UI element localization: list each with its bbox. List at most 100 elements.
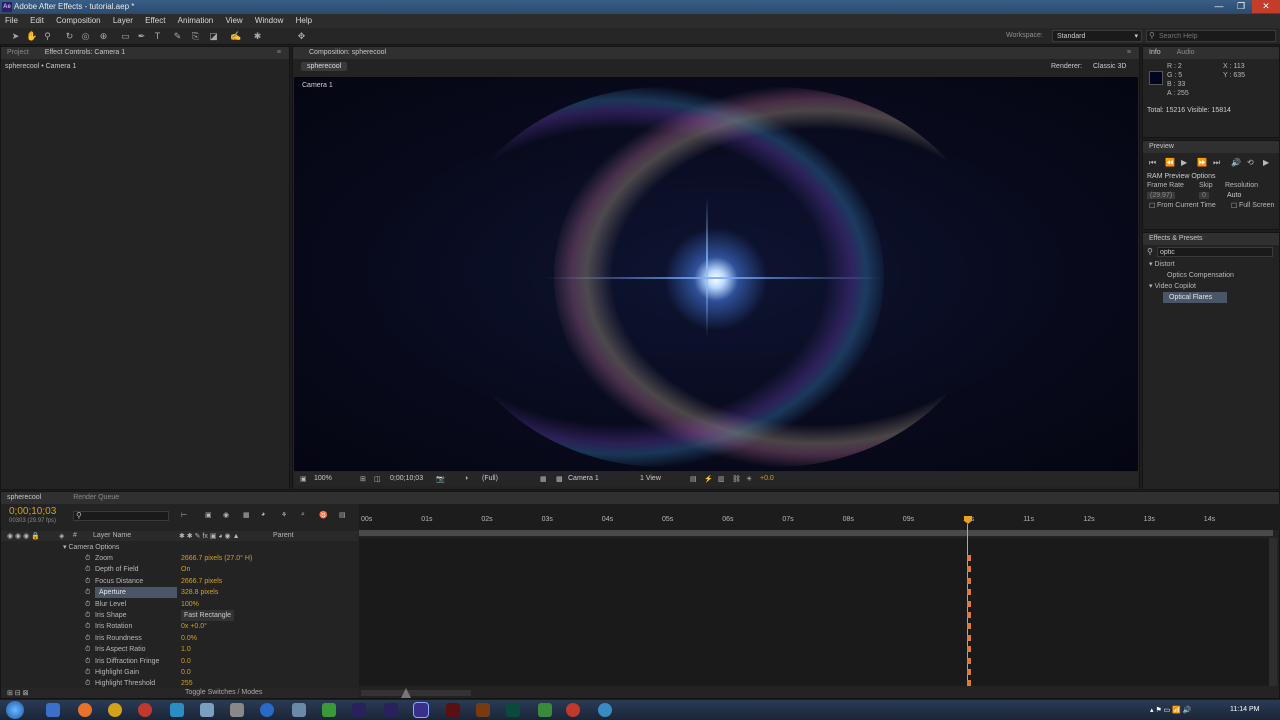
full-screen-checkbox[interactable]: ☐ [1231, 202, 1237, 210]
renderer-value[interactable]: Classic 3D [1093, 63, 1126, 70]
region-of-interest-icon[interactable]: ▦ [540, 475, 547, 483]
fast-previews-icon[interactable]: ⚡ [704, 475, 713, 483]
exposure-value[interactable]: +0.0 [760, 475, 774, 482]
mask-visibility-icon[interactable]: ◫ [374, 475, 381, 483]
menu-animation[interactable]: Animation [173, 14, 219, 28]
panel-menu-icon[interactable]: ≡ [1127, 47, 1131, 59]
property-row[interactable]: ⏱ Highlight Gain 0.0 [1, 667, 358, 678]
rotate-tool-icon[interactable]: ↻ [64, 31, 75, 42]
property-value[interactable]: 0x +0.0° [181, 621, 207, 632]
after-effects-icon[interactable] [413, 702, 429, 718]
effects-search-input[interactable] [1157, 247, 1273, 257]
skip-select[interactable]: 0 [1199, 192, 1209, 199]
menu-help[interactable]: Help [291, 14, 317, 28]
property-value[interactable]: 0.0 [181, 667, 191, 678]
safe-margins-icon[interactable]: ⊞ [360, 475, 366, 483]
start-button-icon[interactable] [6, 701, 24, 719]
effect-optics-compensation[interactable]: Optics Compensation [1149, 270, 1279, 281]
clone-stamp-tool-icon[interactable]: ⎘ [190, 31, 201, 42]
property-row[interactable]: ⏱ Iris Roundness 0.0% [1, 633, 358, 644]
comp-subtab[interactable]: spherecool [301, 62, 348, 71]
camera-options-group[interactable]: ▾ Camera Options [63, 542, 119, 553]
panel-menu-icon[interactable]: ≡ [277, 47, 281, 59]
pen-tool-icon[interactable]: ✒ [136, 31, 147, 42]
menu-effect[interactable]: Effect [140, 14, 170, 28]
property-value[interactable]: 100% [181, 599, 199, 610]
stopwatch-icon[interactable]: ⏱ [85, 656, 90, 667]
roto-brush-tool-icon[interactable]: ✍ [230, 31, 241, 42]
stopwatch-icon[interactable]: ⏱ [85, 644, 90, 655]
firefox-icon[interactable] [78, 703, 92, 717]
comp-flowchart-icon[interactable]: ⛓ [732, 475, 741, 483]
stopwatch-icon[interactable]: ⏱ [85, 599, 90, 610]
tab-render-queue[interactable]: Render Queue [73, 494, 119, 501]
current-time-display[interactable]: 0;00;10;03 [390, 475, 423, 482]
app-icon-19[interactable] [598, 703, 612, 717]
transparency-grid-icon[interactable]: ▩ [556, 475, 563, 483]
keyframe-marker[interactable] [967, 555, 971, 561]
frame-blending-icon[interactable]: ▦ [243, 511, 250, 519]
eraser-tool-icon[interactable]: ◪ [208, 31, 219, 42]
property-value[interactable]: 0.0% [181, 633, 197, 644]
timeline-icon[interactable]: ▥ [718, 475, 725, 483]
app-icon-7[interactable] [230, 703, 244, 717]
keyframe-marker[interactable] [967, 589, 971, 596]
stopwatch-icon[interactable]: ⏱ [85, 633, 90, 644]
keyframe-marker[interactable] [967, 566, 971, 573]
keyframe-marker[interactable] [967, 634, 971, 641]
keyframe-marker[interactable] [967, 623, 971, 630]
property-row[interactable]: ⏱ Iris Rotation 0x +0.0° [1, 621, 358, 632]
property-row[interactable]: ⏱ Depth of Field On [1, 564, 358, 575]
stopwatch-icon[interactable]: ⏱ [85, 553, 90, 564]
live-update-icon[interactable]: ▤ [339, 511, 346, 519]
type-tool-icon[interactable]: T [152, 31, 163, 42]
stopwatch-icon[interactable]: ⏱ [85, 576, 90, 587]
app-icon-10[interactable] [322, 703, 336, 717]
prelude-icon[interactable] [384, 703, 398, 717]
hand-tool-icon[interactable]: ✋ [26, 31, 37, 42]
composition-mini-flowchart-icon[interactable]: ⊢ [181, 511, 187, 519]
menu-composition[interactable]: Composition [51, 14, 105, 28]
previous-frame-icon[interactable]: ⏪ [1165, 158, 1175, 167]
explorer-icon[interactable] [46, 703, 60, 717]
tab-composition[interactable]: Composition: spherecool [309, 49, 386, 56]
motion-blur-icon[interactable]: ◕ [261, 511, 265, 518]
audition-icon[interactable] [476, 703, 490, 717]
property-row[interactable]: ⏱ Focus Distance 2666.7 pixels [1, 576, 358, 587]
property-value[interactable]: 328.8 pixels [181, 587, 218, 598]
channel-icon[interactable]: ◑ [464, 475, 468, 482]
toggle-pixel-aspect-icon[interactable]: ▤ [690, 475, 697, 483]
property-value[interactable]: 1.0 [181, 644, 191, 655]
property-row[interactable]: ⏱ Iris Aspect Ratio 1.0 [1, 644, 358, 655]
app-icon-5[interactable] [170, 703, 184, 717]
pan-behind-tool-icon[interactable]: ⊕ [98, 31, 109, 42]
stopwatch-icon[interactable]: ⏱ [85, 667, 90, 678]
tab-preview[interactable]: Preview [1149, 143, 1174, 150]
stopwatch-icon[interactable]: ⏱ [85, 610, 90, 621]
tab-audio[interactable]: Audio [1177, 49, 1195, 56]
tab-effects-presets[interactable]: Effects & Presets [1149, 235, 1203, 242]
next-frame-icon[interactable]: ⏩ [1197, 158, 1207, 167]
auto-keyframe-icon[interactable]: ⌕ [301, 511, 305, 519]
clock[interactable]: 11:14 PM [1230, 706, 1259, 713]
property-row[interactable]: ⏱ Zoom 2666.7 pixels (27.0° H) [1, 553, 358, 564]
keyframe-marker[interactable] [967, 669, 971, 675]
menu-file[interactable]: File [0, 14, 23, 28]
loop-icon[interactable]: ⟲ [1247, 158, 1254, 167]
stopwatch-icon[interactable]: ⏱ [85, 587, 90, 598]
property-row[interactable]: ⏱ Iris Diffraction Fringe 0.0 [1, 656, 358, 667]
timeline-search-input[interactable]: ⚲ [73, 511, 169, 521]
encore-icon[interactable] [506, 703, 520, 717]
layer-name-column[interactable]: Layer Name [93, 532, 131, 539]
system-tray-icons[interactable]: ▴ ⚑ ▭ 📶 🔊 [1150, 706, 1192, 714]
zoom-slider-handle[interactable] [401, 688, 411, 698]
magnification-select[interactable]: 100% [314, 475, 332, 482]
property-value[interactable]: 0.0 [181, 656, 191, 667]
timeline-scrollbar[interactable] [1269, 538, 1277, 686]
effects-group-video-copilot[interactable]: ▾ Video Copilot [1149, 281, 1279, 292]
timeline-zoom-slider[interactable] [361, 688, 471, 698]
menu-edit[interactable]: Edit [25, 14, 49, 28]
property-value[interactable]: Fast Rectangle [181, 610, 235, 621]
parent-column[interactable]: Parent [273, 532, 294, 539]
app-icon-17[interactable] [538, 703, 552, 717]
